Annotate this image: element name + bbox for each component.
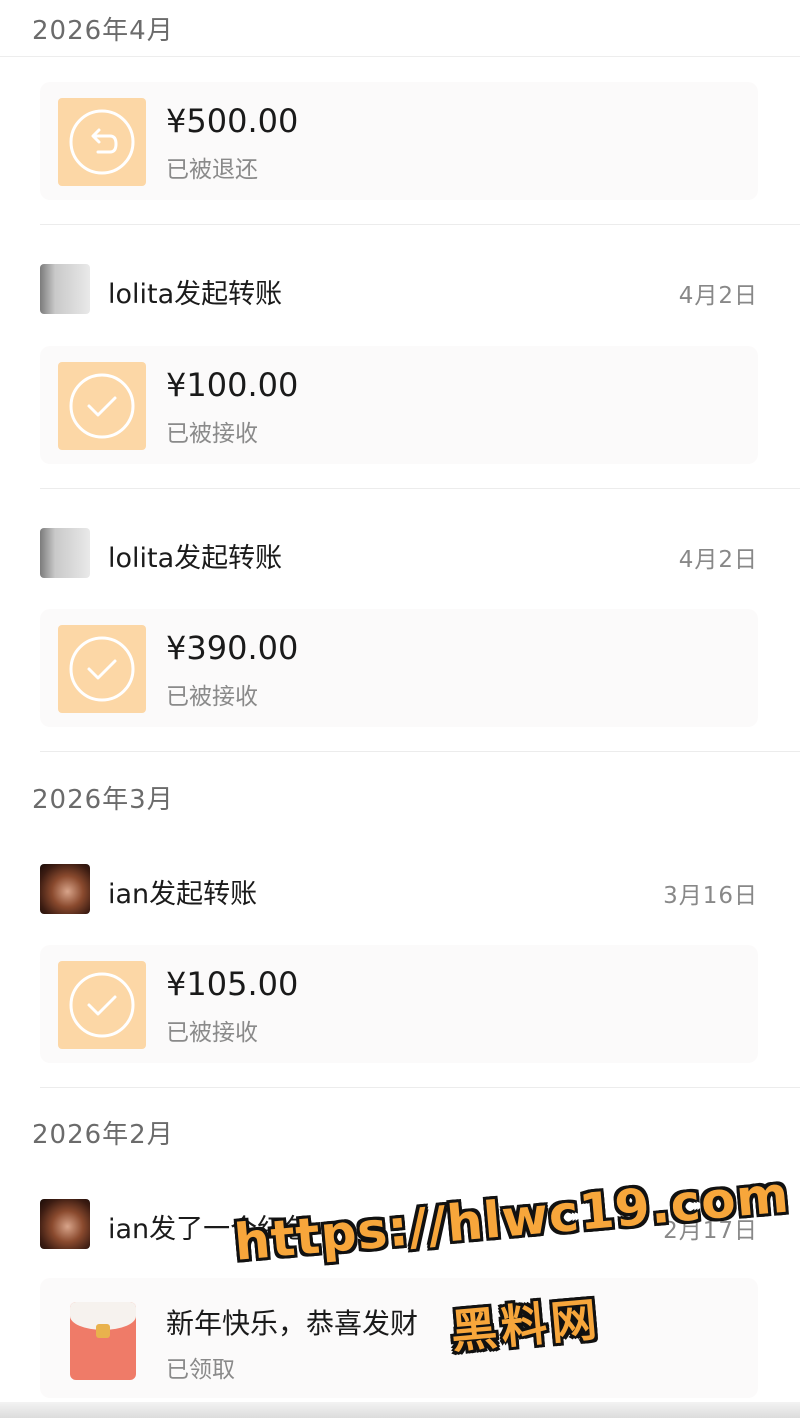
check-circle-icon <box>58 961 146 1049</box>
transfer-card[interactable]: ¥390.00 已被接收 <box>40 609 758 727</box>
transfer-date: 4月2日 <box>678 283 758 309</box>
sender-row: lolita发起转账 4月2日 <box>0 262 800 316</box>
sender-name: lolita发起转账 <box>108 543 283 574</box>
transfer-amount: ¥390.00 <box>166 629 299 667</box>
transfer-status: 已被接收 <box>166 684 258 710</box>
transfer-status: 已被退还 <box>166 157 258 183</box>
bottom-edge <box>0 1402 800 1418</box>
transfer-date: 3月16日 <box>663 883 758 909</box>
transfer-card[interactable]: ¥100.00 已被接收 <box>40 346 758 464</box>
transfer-amount: ¥105.00 <box>166 965 299 1003</box>
check-circle-icon <box>58 625 146 713</box>
red-packet-status: 已领取 <box>166 1357 235 1383</box>
month-header-february: 2026年2月 <box>32 1120 174 1150</box>
transfer-amount: ¥500.00 <box>166 102 299 140</box>
divider <box>40 488 800 489</box>
transfer-card[interactable]: ¥105.00 已被接收 <box>40 945 758 1063</box>
red-packet-card[interactable]: 新年快乐，恭喜发财 已领取 <box>40 1278 758 1398</box>
divider <box>40 1087 800 1088</box>
return-arrow-icon <box>58 98 146 186</box>
month-header-april: 2026年4月 <box>32 16 174 46</box>
transfer-status: 已被接收 <box>166 421 258 447</box>
sender-row: ian发起转账 3月16日 <box>0 862 800 916</box>
red-packet-message: 新年快乐，恭喜发财 <box>166 1307 419 1340</box>
transfer-amount: ¥100.00 <box>166 366 299 404</box>
check-circle-icon <box>58 362 146 450</box>
header-divider <box>0 56 800 57</box>
red-packet-icon <box>70 1302 136 1380</box>
watermark-name: 黑料网 <box>448 1291 603 1359</box>
divider <box>40 224 800 225</box>
watermark-url: https://hlwc19.com <box>232 1165 792 1272</box>
sender-name: lolita发起转账 <box>108 279 283 310</box>
divider <box>40 751 800 752</box>
avatar[interactable] <box>40 528 90 578</box>
avatar[interactable] <box>40 264 90 314</box>
avatar[interactable] <box>40 1199 90 1249</box>
sender-name: ian发起转账 <box>108 879 258 910</box>
month-header-march: 2026年3月 <box>32 785 174 815</box>
avatar[interactable] <box>40 864 90 914</box>
transfer-status: 已被接收 <box>166 1020 258 1046</box>
sender-row: lolita发起转账 4月2日 <box>0 526 800 580</box>
transfer-card-returned[interactable]: ¥500.00 已被退还 <box>40 82 758 200</box>
transfer-date: 4月2日 <box>678 547 758 573</box>
